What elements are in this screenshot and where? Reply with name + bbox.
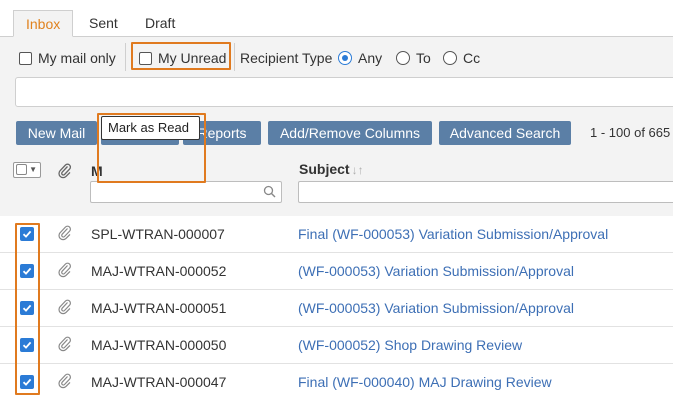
tab-inbox[interactable]: Inbox [13, 10, 74, 37]
select-all-dropdown[interactable]: ▼ [13, 162, 41, 178]
my-mail-only-label: My mail only [38, 50, 116, 66]
search-input[interactable] [15, 77, 673, 107]
row-checkbox[interactable] [20, 375, 34, 389]
table-row[interactable]: MAJ-WTRAN-000051 (WF-000053) Variation S… [0, 290, 673, 327]
recipient-any-option[interactable]: Any [338, 48, 382, 68]
check-icon [22, 341, 32, 349]
check-icon [22, 230, 32, 238]
grid-header: ▼ M Subject ↓↑ [0, 154, 673, 219]
my-unread-checkbox[interactable] [139, 51, 152, 65]
filter-divider [125, 43, 126, 71]
radio-any-label: Any [358, 50, 383, 66]
filter-divider [234, 43, 235, 71]
mail-subject-link[interactable]: (WF-000053) Variation Submission/Approva… [298, 263, 574, 279]
column-header-subject[interactable]: Subject ↓↑ [299, 161, 364, 177]
radio-to[interactable] [396, 51, 410, 66]
row-checkbox[interactable] [20, 227, 34, 241]
mail-subject-link[interactable]: Final (WF-000053) Variation Submission/A… [298, 226, 608, 242]
filter-bar: My mail only My Unread Recipient Type An… [0, 37, 673, 77]
mail-subject-link[interactable]: (WF-000053) Variation Submission/Approva… [298, 300, 574, 316]
mail-number: MAJ-WTRAN-000052 [91, 263, 227, 279]
add-remove-columns-button[interactable]: Add/Remove Columns [268, 121, 432, 145]
table-row[interactable]: MAJ-WTRAN-000052 (WF-000053) Variation S… [0, 253, 673, 290]
sort-icon[interactable]: ↓↑ [352, 163, 364, 177]
table-row[interactable]: SPL-WTRAN-000007 Final (WF-000053) Varia… [0, 216, 673, 253]
tab-sent[interactable]: Sent [77, 10, 130, 37]
select-all-checkbox[interactable] [16, 164, 27, 175]
column-header-mail-no[interactable]: M [91, 163, 103, 179]
radio-to-label: To [416, 50, 431, 66]
chevron-down-icon: ▼ [29, 165, 37, 174]
check-icon [22, 378, 32, 386]
mail-subject-link[interactable]: (WF-000052) Shop Drawing Review [298, 337, 522, 353]
my-unread-filter[interactable]: My Unread [139, 48, 226, 68]
radio-cc[interactable] [443, 51, 457, 66]
radio-cc-label: Cc [463, 50, 481, 66]
mark-as-read-tooltip[interactable]: Mark as Read [101, 116, 200, 140]
attachment-icon [58, 373, 71, 389]
recipient-type-label: Recipient Type [240, 50, 333, 66]
attachment-icon [58, 163, 72, 179]
check-icon [22, 304, 32, 312]
my-mail-only-filter[interactable]: My mail only [19, 48, 116, 68]
search-icon [263, 185, 276, 198]
tab-draft[interactable]: Draft [133, 10, 187, 37]
row-checkbox[interactable] [20, 301, 34, 315]
subject-filter-input[interactable] [298, 181, 673, 203]
column-header-subject-label: Subject [299, 161, 350, 177]
mail-no-filter-input[interactable] [90, 181, 282, 203]
result-count: 1 - 100 of 665 [590, 125, 671, 140]
attachment-icon [58, 225, 71, 241]
table-row[interactable]: MAJ-WTRAN-000047 Final (WF-000040) MAJ D… [0, 364, 673, 400]
recipient-to-option[interactable]: To [396, 48, 431, 68]
attachment-icon [58, 299, 71, 315]
mail-number: SPL-WTRAN-000007 [91, 226, 225, 242]
table-row[interactable]: MAJ-WTRAN-000050 (WF-000052) Shop Drawin… [0, 327, 673, 364]
row-checkbox[interactable] [20, 338, 34, 352]
recipient-cc-option[interactable]: Cc [443, 48, 480, 68]
radio-any[interactable] [338, 51, 352, 66]
mail-list: SPL-WTRAN-000007 Final (WF-000053) Varia… [0, 216, 673, 400]
mail-number: MAJ-WTRAN-000047 [91, 374, 227, 390]
my-unread-label: My Unread [158, 50, 227, 66]
mail-number: MAJ-WTRAN-000050 [91, 337, 227, 353]
advanced-search-button[interactable]: Advanced Search [439, 121, 571, 145]
mail-number: MAJ-WTRAN-000051 [91, 300, 227, 316]
attachment-icon [58, 262, 71, 278]
check-icon [22, 267, 32, 275]
new-mail-button[interactable]: New Mail [16, 121, 97, 145]
my-mail-only-checkbox[interactable] [19, 51, 32, 65]
attachment-icon [58, 336, 71, 352]
mail-tabs: Inbox Sent Draft [0, 10, 673, 37]
row-checkbox[interactable] [20, 264, 34, 278]
mail-subject-link[interactable]: Final (WF-000040) MAJ Drawing Review [298, 374, 552, 390]
